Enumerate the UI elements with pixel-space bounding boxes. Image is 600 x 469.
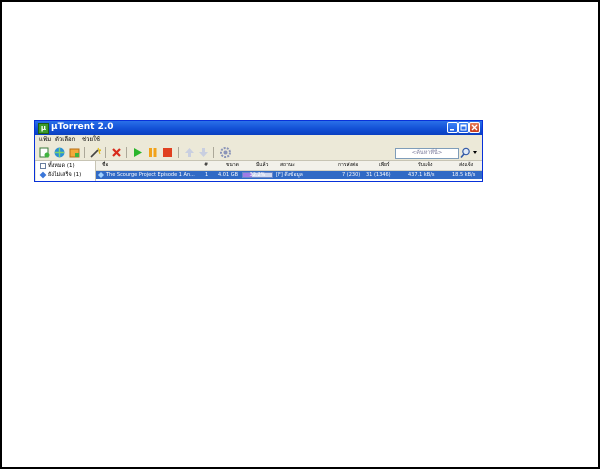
utorrent-window: µ µTorrent 2.0 แฟ้ม ตัวเลือก ช่วยใช้ <ค้… <box>34 120 483 182</box>
column-header-status[interactable]: สถานะ <box>280 161 295 170</box>
image-resolution: [1152x864] <box>413 449 486 463</box>
toolbar-separator <box>126 147 127 158</box>
close-icon <box>471 124 478 131</box>
start-icon[interactable] <box>132 147 143 158</box>
preferences-icon[interactable] <box>220 147 231 158</box>
utorrent-logo-icon: µ <box>38 123 49 134</box>
downloading-icon <box>98 172 104 178</box>
torrent-up-speed: 18.5 kB/s <box>452 172 476 178</box>
category-sidebar: ทั้งหมด (1) ยังไม่เสร็จ (1) <box>36 161 96 181</box>
close-button[interactable] <box>469 122 480 133</box>
toolbar-separator <box>105 147 106 158</box>
minimize-icon <box>450 129 454 131</box>
all-torrents-icon <box>40 162 46 169</box>
window-title: µTorrent 2.0 <box>51 122 114 132</box>
column-header-down-speed[interactable]: รับแจ้ง <box>418 161 432 170</box>
table-row[interactable]: The Scourge Project Episode 1 An... 1 4.… <box>96 171 482 179</box>
torrent-down-speed: 437.1 kB/s <box>408 172 435 178</box>
pause-icon[interactable] <box>147 147 158 158</box>
search-input[interactable]: <ค้นหาที่นี่> <box>395 148 459 159</box>
torrent-list: ชื่อ # ขนาด มีแล้ว สถานะ การส่งต่อ เพียร… <box>96 161 482 181</box>
toolbar-separator <box>84 147 85 158</box>
image-host-link[interactable]: http://upic.me/ <box>486 449 594 463</box>
move-down-icon[interactable] <box>198 147 209 158</box>
minimize-button[interactable] <box>447 122 458 133</box>
toolbar-separator <box>178 147 179 158</box>
sidebar-item-label: ยังไม่เสร็จ (1) <box>48 172 82 178</box>
menu-bar: แฟ้ม ตัวเลือก ช่วยใช้ <box>35 135 482 144</box>
magic-wand-icon[interactable] <box>90 147 101 158</box>
search-dropdown-icon[interactable] <box>473 151 478 155</box>
column-header-up-speed[interactable]: ส่งแจ้ง <box>459 161 473 170</box>
toolbar-separator <box>213 147 214 158</box>
add-torrent-icon[interactable] <box>39 147 50 158</box>
column-header-done[interactable]: มีแล้ว <box>256 161 268 170</box>
create-torrent-icon[interactable] <box>69 147 80 158</box>
sidebar-item-downloading[interactable]: ยังไม่เสร็จ (1) <box>39 171 82 180</box>
screenshot-canvas: µ µTorrent 2.0 แฟ้ม ตัวเลือก ช่วยใช้ <ค้… <box>2 2 598 467</box>
sidebar-item-all[interactable]: ทั้งหมด (1) <box>40 162 75 171</box>
torrent-seeds: 7 (230) <box>342 172 361 178</box>
torrent-name: The Scourge Project Episode 1 An... <box>106 172 195 178</box>
add-url-icon[interactable] <box>54 147 65 158</box>
downloading-icon <box>39 171 47 178</box>
torrent-number: 1 <box>205 172 209 178</box>
menu-options[interactable]: ตัวเลือก <box>55 135 75 144</box>
column-header-seeds[interactable]: การส่งต่อ <box>338 161 358 170</box>
maximize-button[interactable] <box>458 122 469 133</box>
maximize-icon <box>460 124 467 131</box>
torrent-size: 4.01 GB <box>218 172 239 178</box>
toolbar: <ค้นหาที่นี่> <box>35 144 482 161</box>
torrent-peers: 31 (1346) <box>366 172 391 178</box>
column-header-peers[interactable]: เพียร์ <box>379 161 390 170</box>
title-bar[interactable]: µ µTorrent 2.0 <box>35 121 482 135</box>
torrent-status: [F] ดึงข้อมูล <box>276 172 303 178</box>
menu-file[interactable]: แฟ้ม <box>39 135 51 144</box>
column-header-number[interactable]: # <box>204 161 208 170</box>
column-header-name[interactable]: ชื่อ <box>102 161 108 170</box>
image-host-footer: [1152x864]http://upic.me/ <box>413 449 594 463</box>
progress-bar: 32.2% <box>242 172 273 178</box>
remove-icon[interactable] <box>111 147 122 158</box>
progress-text: 32.2% <box>249 172 266 178</box>
menu-help[interactable]: ช่วยใช้ <box>82 135 100 144</box>
search-icon[interactable] <box>460 147 471 158</box>
stop-icon[interactable] <box>162 147 173 158</box>
list-header: ชื่อ # ขนาด มีแล้ว สถานะ การส่งต่อ เพียร… <box>96 161 482 171</box>
column-header-size[interactable]: ขนาด <box>226 161 239 170</box>
move-up-icon[interactable] <box>184 147 195 158</box>
sidebar-item-label: ทั้งหมด (1) <box>48 163 75 169</box>
